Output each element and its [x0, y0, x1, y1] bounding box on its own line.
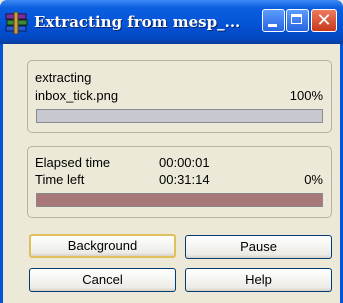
window-title: Extracting from mesp_... [34, 13, 241, 31]
file-percent: 100% [289, 88, 323, 103]
minimize-icon[interactable] [262, 9, 285, 32]
elapsed-label: Elapsed time [35, 155, 111, 170]
total-progress-bar [36, 193, 323, 207]
filename-label: inbox_tick.png [35, 88, 119, 103]
title-bar[interactable]: Extracting from mesp_... ✕ [0, 0, 343, 44]
elapsed-value: 00:00:01 [159, 155, 210, 170]
pause-button[interactable]: Pause [185, 235, 332, 259]
file-progress-group: extracting inbox_tick.png 100% [27, 60, 332, 133]
help-button[interactable]: Help [185, 268, 332, 292]
total-percent: 0% [304, 172, 323, 187]
background-button[interactable]: Background [29, 234, 176, 258]
maximize-icon[interactable] [286, 9, 309, 32]
time-left-label: Time left [35, 172, 85, 187]
time-progress-group: Elapsed time 00:00:01 Time left 00:31:14… [27, 146, 332, 218]
close-icon[interactable]: ✕ [311, 9, 337, 32]
time-left-value: 00:31:14 [159, 172, 210, 187]
file-progress-fill [37, 110, 322, 122]
status-label: extracting [35, 70, 92, 85]
cancel-button[interactable]: Cancel [29, 268, 176, 292]
winrar-books-icon [5, 12, 28, 34]
file-progress-bar [36, 109, 323, 123]
